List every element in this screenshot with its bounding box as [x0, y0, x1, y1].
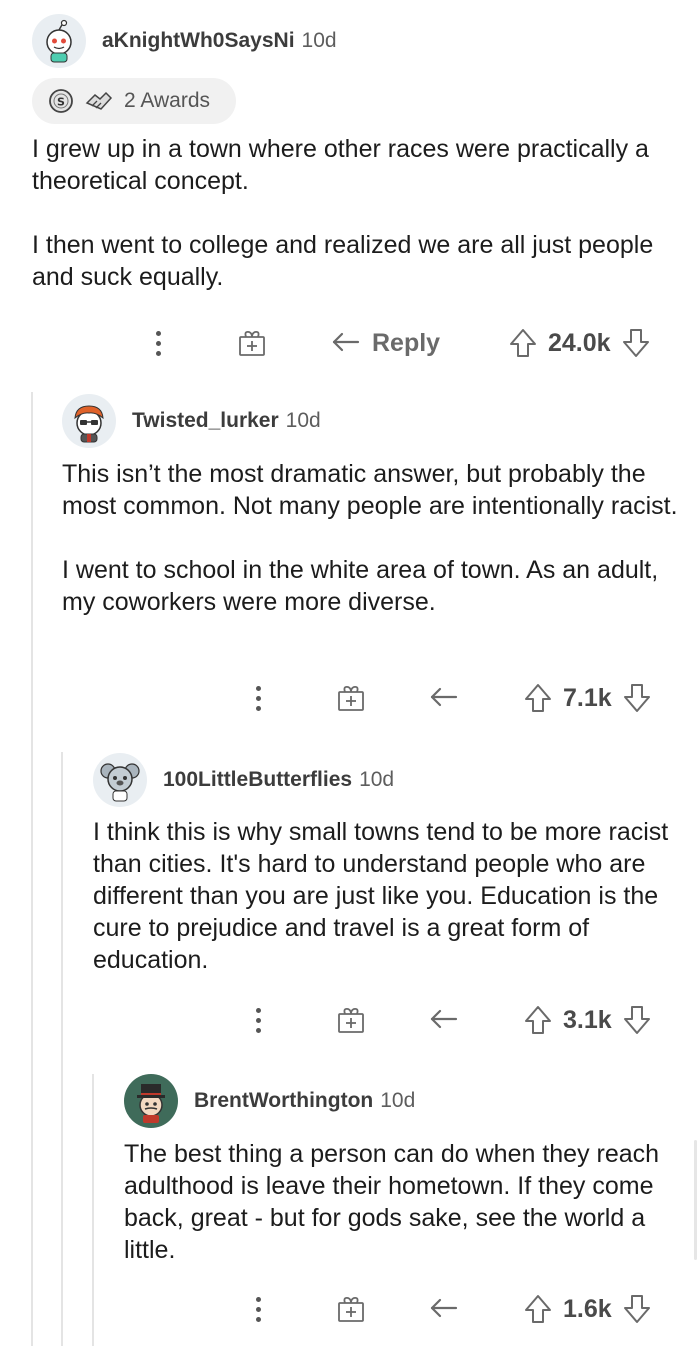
comment-header: BrentWorthington 10d	[124, 1074, 684, 1128]
comment-age: 10d	[380, 1089, 416, 1112]
vote-controls: 1.6k	[523, 1287, 652, 1331]
snoo-koala-avatar[interactable]	[93, 753, 147, 807]
awards-pill[interactable]: S 2 Awards	[32, 78, 236, 124]
username[interactable]: 100LittleButterflies	[163, 768, 352, 792]
comment-age: 10d	[359, 768, 395, 791]
more-options-icon[interactable]	[255, 676, 261, 720]
vote-score: 24.0k	[548, 328, 611, 357]
snoo-teal-avatar[interactable]	[32, 14, 86, 68]
more-options-icon[interactable]	[255, 998, 261, 1042]
give-award-icon[interactable]	[336, 998, 366, 1042]
comment-age: 10d	[301, 29, 337, 52]
upvote-icon[interactable]	[508, 327, 538, 359]
reply-icon[interactable]	[428, 676, 460, 720]
comment-paragraph: I then went to college and realized we a…	[32, 231, 654, 291]
downvote-icon[interactable]	[622, 1004, 652, 1036]
comment-paragraph: I grew up in a town where other races we…	[32, 135, 649, 195]
vote-controls: 7.1k	[523, 676, 652, 720]
upvote-icon[interactable]	[523, 1004, 553, 1036]
comment: Twisted_lurker 10d	[62, 394, 682, 448]
downvote-icon[interactable]	[621, 327, 651, 359]
comment-header: 100LittleButterflies 10d	[93, 753, 683, 807]
svg-text:S: S	[57, 96, 65, 109]
silver-award-icon: S	[48, 88, 74, 114]
more-options-icon[interactable]	[155, 321, 161, 365]
comment-body: This isn’t the most dramatic answer, but…	[62, 458, 682, 618]
scrollbar[interactable]	[694, 1140, 697, 1260]
comment-actions: Reply 24.0k	[0, 321, 700, 365]
vote-controls: 24.0k	[508, 321, 651, 365]
upvote-icon[interactable]	[523, 1293, 553, 1325]
comment: 100LittleButterflies 10d	[93, 753, 683, 807]
comment-paragraph: I went to school in the white area of to…	[62, 556, 659, 616]
comment-header: aKnightWh0SaysNi 10d	[32, 14, 682, 68]
username[interactable]: aKnightWh0SaysNi	[102, 29, 295, 53]
comment-actions: 7.1k	[0, 676, 700, 720]
give-award-icon[interactable]	[336, 1287, 366, 1331]
give-award-icon[interactable]	[237, 321, 267, 365]
thread-line[interactable]	[31, 392, 33, 1346]
wholesome-award-icon	[84, 88, 114, 114]
reply-button[interactable]: Reply	[330, 321, 440, 365]
comment-actions: 3.1k	[0, 998, 700, 1042]
reply-icon[interactable]	[428, 998, 460, 1042]
awards-count: 2 Awards	[124, 89, 210, 112]
comment-actions: 1.6k	[0, 1287, 700, 1331]
comment-header: Twisted_lurker 10d	[62, 394, 682, 448]
vote-score: 1.6k	[563, 1294, 612, 1323]
username[interactable]: Twisted_lurker	[132, 409, 279, 433]
snoo-redhead-glasses-avatar[interactable]	[62, 394, 116, 448]
snoo-tophat-avatar[interactable]	[124, 1074, 178, 1128]
vote-score: 3.1k	[563, 1005, 612, 1034]
comment-paragraph: I think this is why small towns tend to …	[93, 818, 669, 974]
downvote-icon[interactable]	[622, 682, 652, 714]
comment-paragraph: This isn’t the most dramatic answer, but…	[62, 460, 678, 520]
username[interactable]: BrentWorthington	[194, 1089, 373, 1113]
comment-body: I think this is why small towns tend to …	[93, 816, 683, 976]
downvote-icon[interactable]	[622, 1293, 652, 1325]
reply-icon[interactable]	[428, 1287, 460, 1331]
reply-label: Reply	[372, 328, 441, 357]
comment: BrentWorthington 10d	[124, 1074, 684, 1128]
comment-body: The best thing a person can do when they…	[124, 1138, 684, 1266]
comment-body: I grew up in a town where other races we…	[32, 133, 682, 293]
thread-line[interactable]	[61, 752, 63, 1346]
give-award-icon[interactable]	[336, 676, 366, 720]
comment: aKnightWh0SaysNi 10d	[32, 14, 682, 68]
comment-paragraph: The best thing a person can do when they…	[124, 1140, 660, 1264]
vote-score: 7.1k	[563, 683, 612, 712]
more-options-icon[interactable]	[255, 1287, 261, 1331]
comment-age: 10d	[285, 409, 321, 432]
vote-controls: 3.1k	[523, 998, 652, 1042]
upvote-icon[interactable]	[523, 682, 553, 714]
